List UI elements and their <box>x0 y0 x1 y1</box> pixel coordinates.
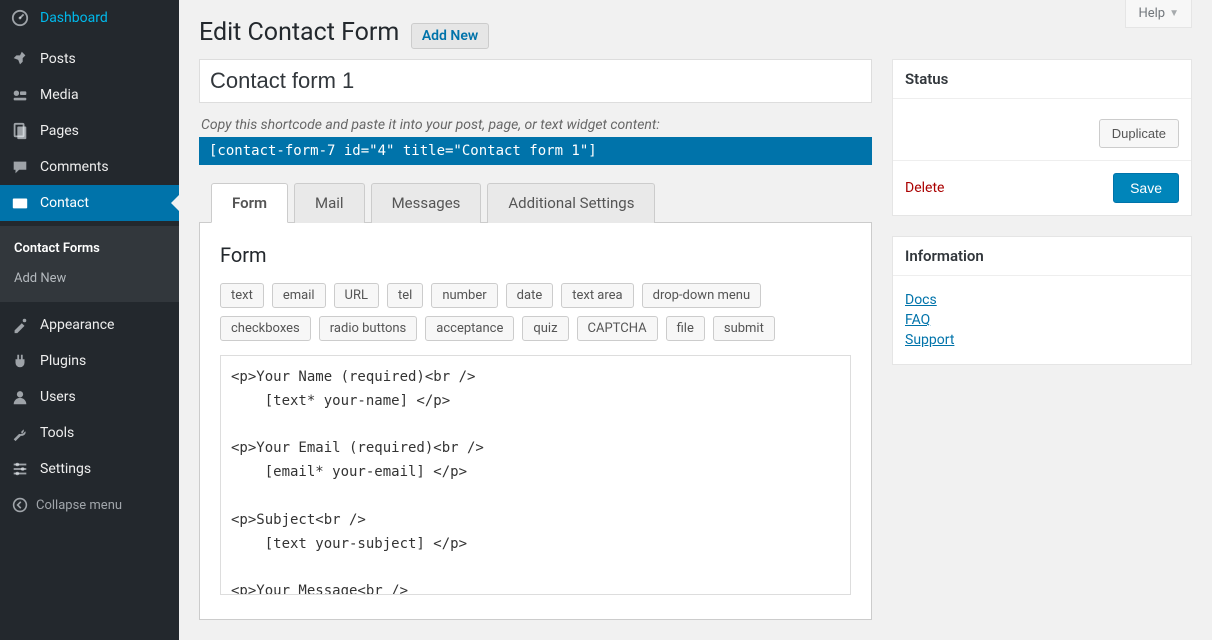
sidebar-item-label: Settings <box>40 459 91 479</box>
tag-button-radio-buttons[interactable]: radio buttons <box>319 316 418 341</box>
tag-button-quiz[interactable]: quiz <box>522 316 568 341</box>
caret-down-icon: ▼ <box>1169 8 1179 19</box>
status-box-title: Status <box>893 60 1191 99</box>
tools-icon <box>10 423 30 443</box>
form-title-input[interactable] <box>199 59 872 103</box>
comments-icon <box>10 157 30 177</box>
information-box: Information Docs FAQ Support <box>892 236 1192 365</box>
sidebar-item-comments[interactable]: Comments <box>0 149 179 185</box>
sidebar-item-users[interactable]: Users <box>0 379 179 415</box>
appearance-icon <box>10 315 30 335</box>
info-link-support[interactable]: Support <box>905 332 1179 348</box>
page-title: Edit Contact Form <box>199 0 399 59</box>
sidebar-item-contact[interactable]: Contact <box>0 185 179 221</box>
information-box-title: Information <box>893 237 1191 276</box>
tag-button-captcha[interactable]: CAPTCHA <box>577 316 658 341</box>
plugins-icon <box>10 351 30 371</box>
sidebar-subitem-contact-forms[interactable]: Contact Forms <box>0 234 179 264</box>
tab-messages[interactable]: Messages <box>371 183 482 223</box>
sidebar-item-label: Contact <box>40 193 89 213</box>
mail-icon <box>10 193 30 213</box>
form-panel-heading: Form <box>220 243 851 267</box>
form-template-textarea[interactable] <box>220 355 851 595</box>
tag-generator-buttons: text email URL tel number date text area drop-d… <box>220 283 851 341</box>
help-tab[interactable]: Help ▼ <box>1125 0 1192 28</box>
sidebar-item-dashboard[interactable]: Dashboard <box>0 0 179 36</box>
delete-link[interactable]: Delete <box>905 180 944 196</box>
pages-icon <box>10 121 30 141</box>
help-label: Help <box>1138 6 1165 21</box>
tag-button-submit[interactable]: submit <box>713 316 775 341</box>
save-button[interactable]: Save <box>1113 173 1179 203</box>
sidebar-item-tools[interactable]: Tools <box>0 415 179 451</box>
dashboard-icon <box>10 8 30 28</box>
tag-button-text-area[interactable]: text area <box>561 283 633 308</box>
users-icon <box>10 387 30 407</box>
tag-button-file[interactable]: file <box>666 316 705 341</box>
sidebar-item-label: Posts <box>40 49 76 69</box>
sidebar-item-label: Appearance <box>40 315 114 335</box>
tag-button-acceptance[interactable]: acceptance <box>425 316 514 341</box>
info-link-docs[interactable]: Docs <box>905 292 1179 308</box>
shortcode-display[interactable]: [contact-form-7 id="4" title="Contact fo… <box>199 137 872 165</box>
main-content: Help ▼ Edit Contact Form Add New Copy th… <box>179 0 1212 640</box>
collapse-icon <box>10 495 30 515</box>
form-tab-panel: Form text email URL tel number date text area d… <box>199 223 872 620</box>
sidebar-submenu: Contact FormsAdd New <box>0 226 179 302</box>
media-icon <box>10 85 30 105</box>
info-link-faq[interactable]: FAQ <box>905 312 1179 328</box>
sidebar-item-label: Tools <box>40 423 74 443</box>
sidebar-item-appearance[interactable]: Appearance <box>0 307 179 343</box>
tag-button-tel[interactable]: tel <box>387 283 423 308</box>
tag-button-text[interactable]: text <box>220 283 264 308</box>
collapse-menu-label: Collapse menu <box>36 498 122 513</box>
shortcode-hint: Copy this shortcode and paste it into yo… <box>201 117 872 133</box>
add-new-button[interactable]: Add New <box>411 23 489 49</box>
tag-button-email[interactable]: email <box>272 283 326 308</box>
sidebar-item-settings[interactable]: Settings <box>0 451 179 487</box>
tag-button-number[interactable]: number <box>431 283 497 308</box>
tag-button-drop-down-menu[interactable]: drop-down menu <box>642 283 761 308</box>
sidebar-item-media[interactable]: Media <box>0 77 179 113</box>
pin-icon <box>10 49 30 69</box>
sidebar-item-label: Dashboard <box>40 8 108 28</box>
sidebar-subitem-add-new[interactable]: Add New <box>0 264 179 294</box>
sidebar-item-pages[interactable]: Pages <box>0 113 179 149</box>
sidebar-item-label: Media <box>40 85 79 105</box>
sidebar-item-label: Users <box>40 387 76 407</box>
tab-mail[interactable]: Mail <box>294 183 365 223</box>
collapse-menu-button[interactable]: Collapse menu <box>0 487 179 523</box>
status-box: Status Duplicate Delete Save <box>892 59 1192 216</box>
admin-sidebar: Dashboard Posts Media Pages Comments Contact C… <box>0 0 179 640</box>
sidebar-item-label: Comments <box>40 157 109 177</box>
tab-bar: FormMailMessagesAdditional Settings <box>199 183 872 223</box>
settings-icon <box>10 459 30 479</box>
sidebar-item-posts[interactable]: Posts <box>0 41 179 77</box>
tab-form[interactable]: Form <box>211 183 288 223</box>
tag-button-date[interactable]: date <box>506 283 554 308</box>
sidebar-item-label: Plugins <box>40 351 86 371</box>
duplicate-button[interactable]: Duplicate <box>1099 119 1179 148</box>
sidebar-item-plugins[interactable]: Plugins <box>0 343 179 379</box>
tag-button-url[interactable]: URL <box>334 283 379 308</box>
tag-button-checkboxes[interactable]: checkboxes <box>220 316 311 341</box>
tab-additional-settings[interactable]: Additional Settings <box>487 183 655 223</box>
sidebar-item-label: Pages <box>40 121 79 141</box>
